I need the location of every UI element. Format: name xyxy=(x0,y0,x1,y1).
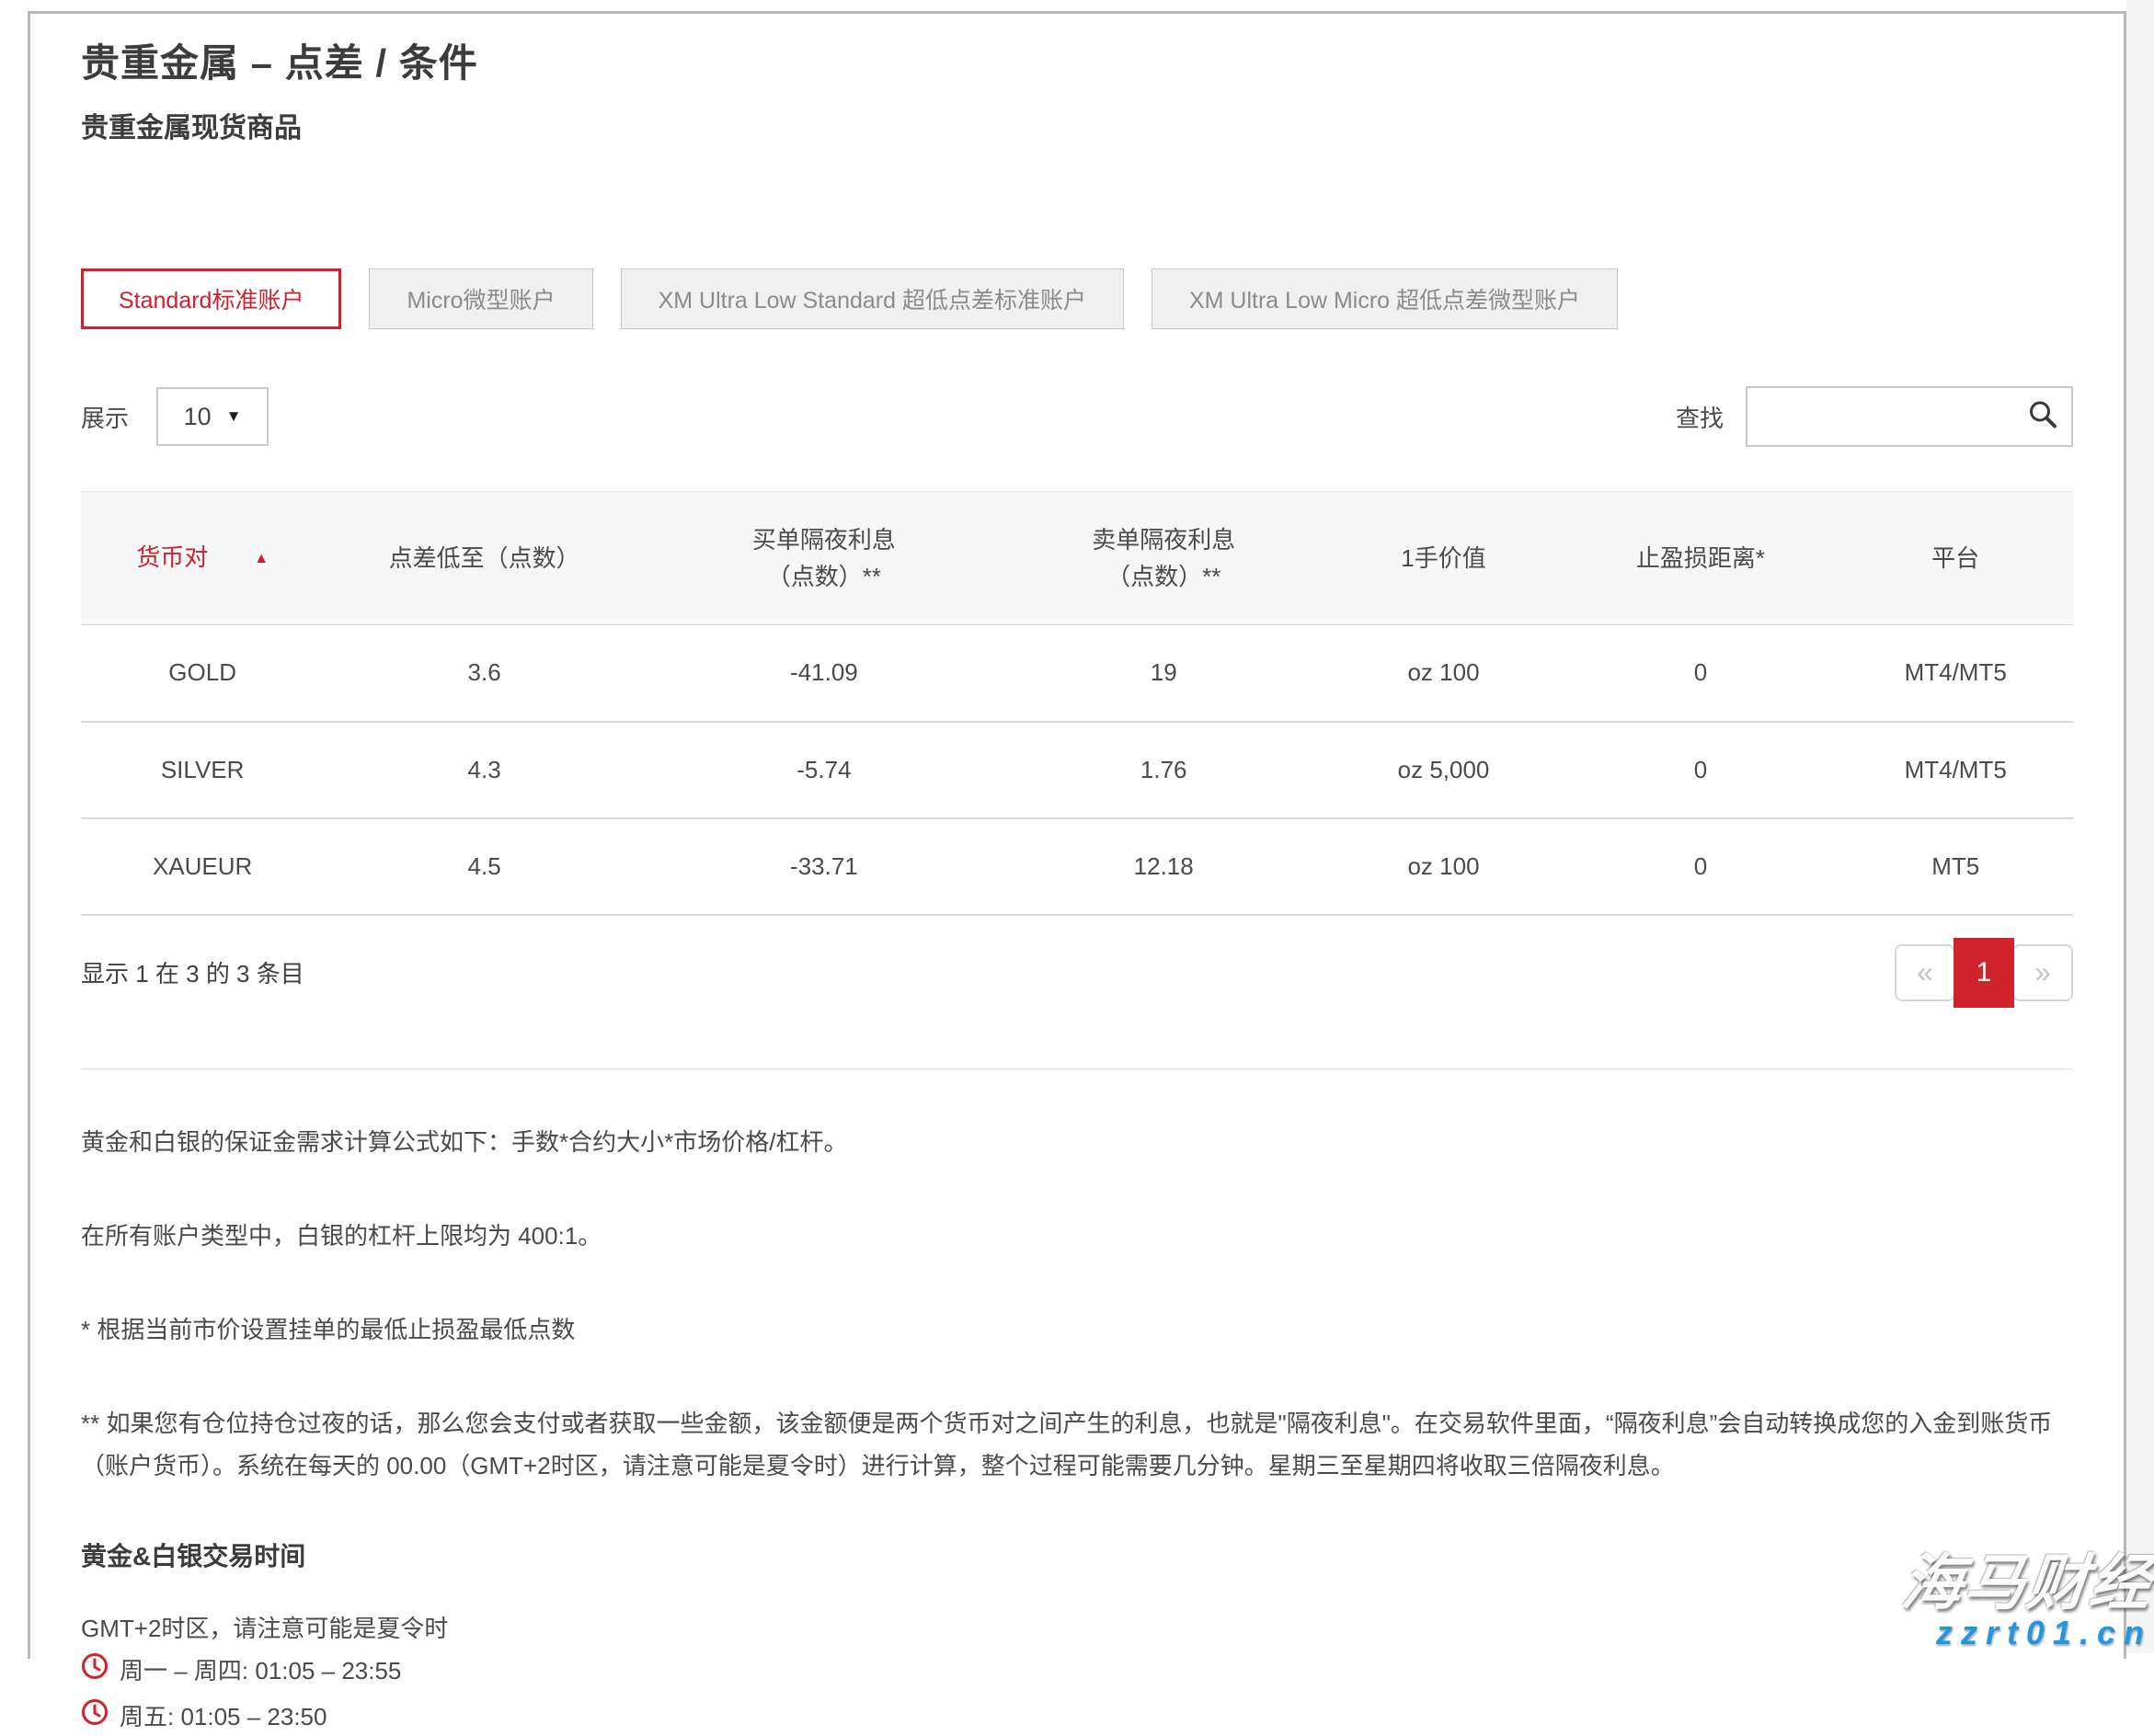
cell-platform: MT5 xyxy=(1838,818,2073,915)
cell-swap-long: -33.71 xyxy=(645,818,1003,915)
trading-hours-weekdays-label: 周一 – 周四: 01:05 – 23:55 xyxy=(120,1652,401,1689)
tab-ultra-low-micro-account[interactable]: XM Ultra Low Micro 超低点差微型账户 xyxy=(1151,268,1618,329)
timezone-note: GMT+2时区，请注意可能是夏令时 xyxy=(81,1610,2073,1644)
table-controls: 展示 10 ▼ 查找 xyxy=(81,386,2073,447)
cell-symbol: XAUEUR xyxy=(81,818,324,915)
trading-hours-weekdays: 周一 – 周四: 01:05 – 23:55 xyxy=(81,1652,2073,1690)
cell-swap-short: 1.76 xyxy=(1003,722,1324,818)
tab-standard-account[interactable]: Standard标准账户 xyxy=(81,268,341,329)
search-input[interactable] xyxy=(1746,386,2073,447)
cell-lot-value: oz 100 xyxy=(1324,818,1564,915)
account-type-tabs: Standard标准账户 Micro微型账户 XM Ultra Low Stan… xyxy=(81,268,2073,329)
cell-platform: MT4/MT5 xyxy=(1838,722,2073,818)
pagination-next-button[interactable]: » xyxy=(2012,944,2073,1001)
search-box xyxy=(1746,386,2073,447)
column-header-swap-long[interactable]: 买单隔夜利息 （点数）** xyxy=(645,492,1003,625)
cell-lot-value: oz 100 xyxy=(1324,625,1564,722)
column-header-platform[interactable]: 平台 xyxy=(1838,492,2073,625)
cell-spread: 3.6 xyxy=(324,625,645,722)
footnotes: 黄金和白银的保证金需求计算公式如下：手数*合约大小*市场价格/杠杆。 在所有账户… xyxy=(81,1121,2073,1487)
pagination-page-1-button[interactable]: 1 xyxy=(1953,938,2014,1008)
column-header-swap-short[interactable]: 卖单隔夜利息 （点数）** xyxy=(1003,492,1324,625)
cell-spread: 4.3 xyxy=(324,722,645,818)
column-header-spread[interactable]: 点差低至（点数） xyxy=(324,492,645,625)
cell-symbol: GOLD xyxy=(81,625,324,722)
chevron-down-icon: ▼ xyxy=(226,407,242,426)
cell-swap-long: -41.09 xyxy=(645,625,1003,722)
table-row-gold: GOLD 3.6 -41.09 19 oz 100 0 MT4/MT5 xyxy=(81,625,2073,722)
cell-limit-stop: 0 xyxy=(1563,722,1838,818)
column-header-limit-stop-level[interactable]: 止盈损距离* xyxy=(1563,492,1838,625)
cell-platform: MT4/MT5 xyxy=(1838,625,2073,722)
entries-info: 显示 1 在 3 的 3 条目 xyxy=(81,955,304,989)
page-size-select[interactable]: 10 ▼ xyxy=(156,387,269,446)
margin-formula-note: 黄金和白银的保证金需求计算公式如下：手数*合约大小*市场价格/杠杆。 xyxy=(81,1121,2073,1163)
cell-spread: 4.5 xyxy=(324,818,645,915)
page-right-gutter xyxy=(2126,0,2154,1653)
tab-micro-account[interactable]: Micro微型账户 xyxy=(369,268,592,329)
trading-hours-friday: 周五: 01:05 – 23:50 xyxy=(81,1698,2073,1736)
search-control: 查找 xyxy=(1676,386,2073,447)
pagination-prev-button[interactable]: « xyxy=(1895,944,1955,1001)
page-size-value: 10 xyxy=(184,403,212,431)
content-panel: 贵重金属 – 点差 / 条件 贵重金属现货商品 Standard标准账户 Mic… xyxy=(28,11,2126,1659)
column-header-lot-value[interactable]: 1手价值 xyxy=(1324,492,1564,625)
spreads-table: 货币对 ▲ 点差低至（点数） 买单隔夜利息 （点数）** 卖单隔夜利息 （点数）*… xyxy=(81,491,2073,916)
sort-ascending-icon: ▲ xyxy=(254,551,269,566)
search-icon xyxy=(2027,399,2058,435)
column-header-symbol[interactable]: 货币对 ▲ xyxy=(81,492,324,625)
trading-hours-heading: 黄金&白银交易时间 xyxy=(81,1536,2073,1573)
column-header-symbol-label: 货币对 xyxy=(136,543,208,571)
cell-swap-long: -5.74 xyxy=(645,722,1003,818)
cell-swap-short: 19 xyxy=(1003,625,1324,722)
clock-icon xyxy=(81,1652,109,1690)
cell-limit-stop: 0 xyxy=(1563,818,1838,915)
cell-limit-stop: 0 xyxy=(1563,625,1838,722)
stop-level-note: * 根据当前市价设置挂单的最低止损盈最低点数 xyxy=(81,1308,2073,1351)
cell-lot-value: oz 5,000 xyxy=(1324,722,1564,818)
section-divider xyxy=(81,1068,2073,1069)
tab-ultra-low-standard-account[interactable]: XM Ultra Low Standard 超低点差标准账户 xyxy=(621,268,1124,329)
clock-icon xyxy=(81,1698,109,1736)
page-subtitle: 贵重金属现货商品 xyxy=(81,113,2073,144)
page-title: 贵重金属 – 点差 / 条件 xyxy=(81,41,2073,86)
swap-explanation-note: ** 如果您有仓位持仓过夜的话，那么您会支付或者获取一些金额，该金额便是两个货币… xyxy=(81,1402,2073,1487)
trading-hours-friday-label: 周五: 01:05 – 23:50 xyxy=(120,1698,327,1735)
cell-swap-short: 12.18 xyxy=(1003,818,1324,915)
show-label: 展示 xyxy=(81,400,129,434)
table-row-xaueur: XAUEUR 4.5 -33.71 12.18 oz 100 0 MT5 xyxy=(81,818,2073,915)
silver-leverage-note: 在所有账户类型中，白银的杠杆上限均为 400:1。 xyxy=(81,1215,2073,1257)
page-size-control: 展示 10 ▼ xyxy=(81,387,269,446)
cell-symbol: SILVER xyxy=(81,722,324,818)
search-label: 查找 xyxy=(1676,400,1724,434)
table-header-row: 货币对 ▲ 点差低至（点数） 买单隔夜利息 （点数）** 卖单隔夜利息 （点数）*… xyxy=(81,492,2073,625)
table-footer: 显示 1 在 3 的 3 条目 « 1 » xyxy=(81,938,2073,1008)
pagination: « 1 » xyxy=(1895,938,2073,1008)
table-row-silver: SILVER 4.3 -5.74 1.76 oz 5,000 0 MT4/MT5 xyxy=(81,722,2073,818)
